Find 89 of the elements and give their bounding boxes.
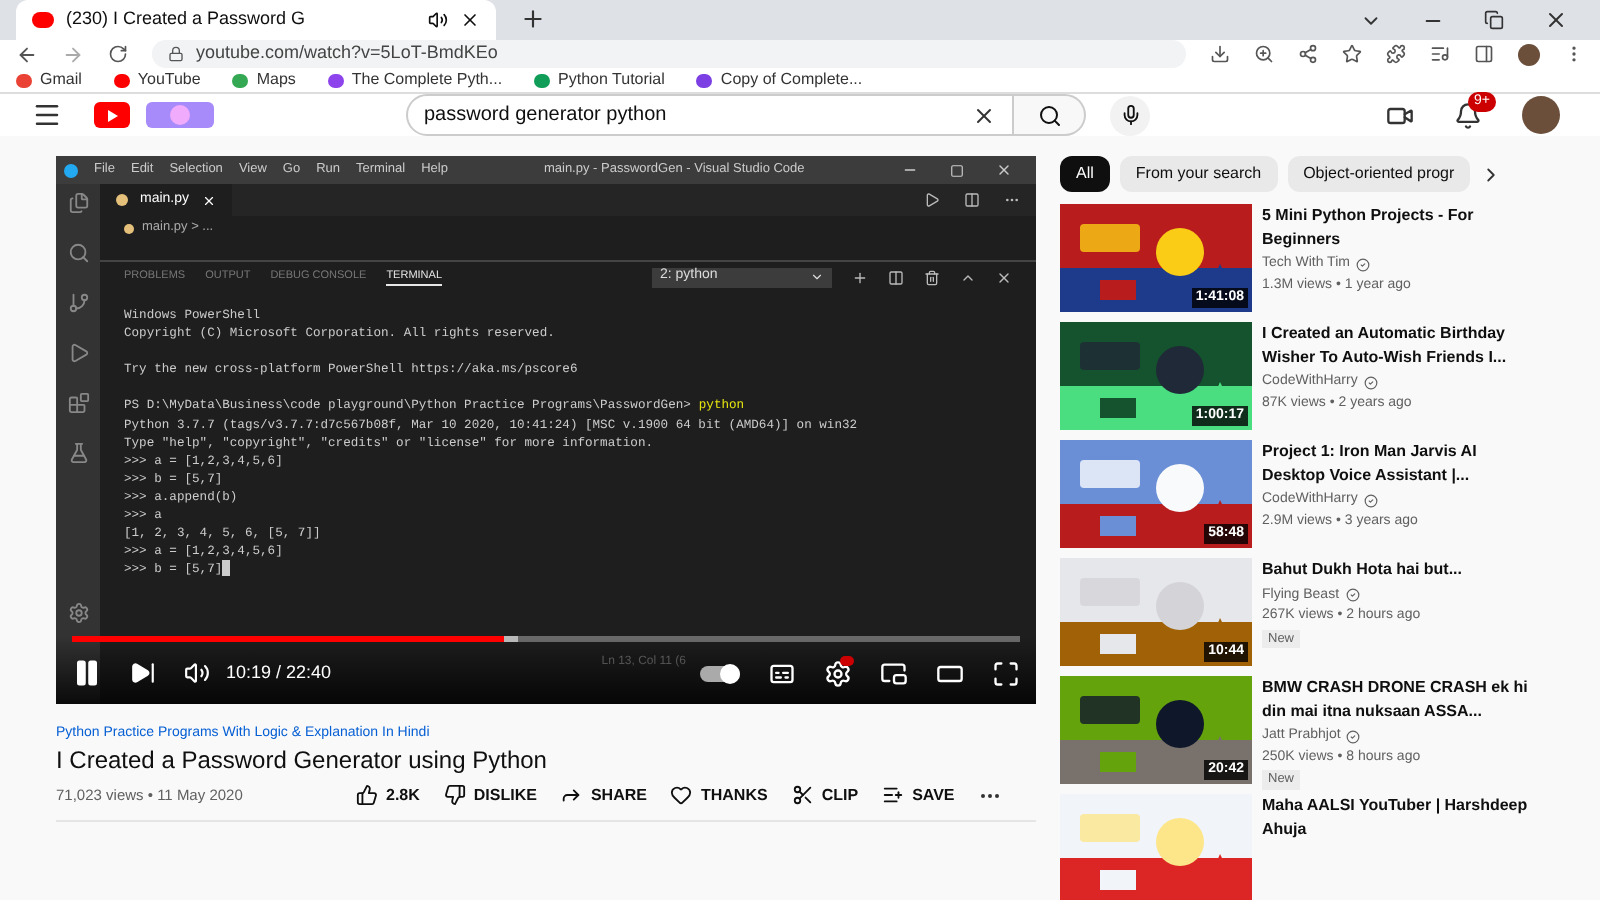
close-icon[interactable] — [460, 10, 480, 30]
media-icon[interactable] — [1430, 44, 1450, 64]
fullscreen-icon[interactable] — [992, 659, 1020, 687]
split-terminal-icon[interactable] — [888, 269, 904, 285]
trash-icon[interactable] — [924, 269, 940, 285]
captions-icon[interactable] — [768, 659, 796, 687]
voice-search-button[interactable] — [1110, 95, 1150, 135]
python-file-icon — [124, 223, 134, 233]
clip-button[interactable]: CLIP — [791, 783, 859, 807]
speaker-icon — [428, 10, 448, 30]
related-video-title[interactable]: Bahut Dukh Hota hai but... — [1262, 558, 1542, 581]
bookmark-link[interactable]: Maps — [256, 68, 296, 92]
volume-icon[interactable] — [184, 660, 210, 686]
close-icon[interactable] — [1544, 8, 1568, 32]
dislike-button[interactable]: DISLIKE — [443, 783, 537, 807]
restore-icon[interactable] — [1484, 10, 1504, 30]
related-video-title[interactable]: Project 1: Iron Man Jarvis AI Desktop Voice Assistant |... — [1262, 440, 1542, 486]
install-icon[interactable] — [1210, 44, 1230, 64]
related-video-title[interactable]: BMW CRASH DRONE CRASH ek hi din mai itna nuksaan ASSA... — [1262, 676, 1542, 722]
hd-badge-icon — [840, 655, 854, 665]
run-icon[interactable] — [924, 192, 940, 208]
bookmark-link[interactable]: Python Tutorial — [558, 68, 665, 92]
close-icon[interactable] — [996, 162, 1012, 178]
bookmark-link[interactable]: Gmail — [40, 68, 82, 92]
profile-avatar[interactable] — [1518, 43, 1540, 65]
save-icon — [882, 784, 905, 806]
star-icon[interactable] — [1342, 44, 1362, 64]
search-button[interactable] — [1014, 94, 1086, 136]
address-field[interactable]: youtube.com/watch?v=5LoT-BmdKEo — [152, 40, 1186, 68]
share-icon[interactable] — [1298, 44, 1318, 64]
bookmark-link[interactable]: Copy of Complete... — [720, 68, 863, 92]
video-title: I Created a Password Generator using Python — [56, 745, 549, 775]
extensions-icon[interactable] — [1386, 44, 1406, 64]
pause-icon[interactable] — [72, 658, 102, 688]
zoom-icon[interactable] — [1254, 44, 1274, 64]
clip-icon — [791, 784, 814, 806]
next-icon[interactable] — [130, 660, 156, 686]
mic-icon — [1119, 104, 1141, 126]
search-text: password generator python — [424, 102, 669, 130]
share-icon — [560, 784, 583, 806]
save-button[interactable]: SAVE — [882, 783, 955, 807]
extensions-icon[interactable] — [67, 392, 89, 414]
back-icon[interactable] — [16, 43, 38, 65]
url-text: youtube.com/watch?v=5LoT-BmdKEo — [196, 40, 498, 67]
tab-title: (230) I Created a Password G — [66, 6, 308, 33]
time-display: 10:19 / 22:40 — [226, 659, 332, 686]
autoplay-toggle[interactable] — [700, 665, 740, 681]
python-file-icon — [116, 194, 128, 206]
bookmark-link[interactable]: YouTube — [137, 68, 201, 92]
filter-chip[interactable]: Object-oriented progr — [1287, 156, 1471, 192]
bookmark-link[interactable]: The Complete Pyth... — [351, 68, 503, 92]
like-icon — [356, 784, 378, 806]
vscode-logo-icon — [64, 163, 78, 177]
search-field[interactable]: password generator python — [406, 94, 1014, 136]
split-editor-icon[interactable] — [964, 192, 980, 208]
close-panel-icon[interactable] — [996, 269, 1012, 285]
maximize-icon[interactable] — [950, 163, 964, 177]
thanks-icon — [670, 784, 693, 806]
chevron-down-icon — [810, 270, 824, 284]
filter-chip[interactable]: All — [1060, 156, 1110, 192]
side-panel-icon[interactable] — [1474, 44, 1494, 64]
close-icon — [201, 193, 216, 207]
bell-icon[interactable] — [1454, 101, 1482, 129]
branch-icon[interactable] — [67, 292, 89, 314]
clear-icon[interactable] — [972, 103, 996, 127]
account-avatar[interactable] — [1522, 96, 1560, 134]
files-icon[interactable] — [67, 192, 89, 214]
share-button[interactable]: SHARE — [560, 783, 647, 807]
related-video-title[interactable]: 5 Mini Python Projects - For Beginners — [1262, 204, 1542, 250]
flask-icon[interactable] — [67, 442, 89, 464]
youtube-favicon-icon — [32, 12, 54, 28]
new-tab-icon[interactable] — [520, 6, 546, 32]
related-video-title[interactable]: Maha AALSI YouTuber | Harshdeep Ahuja — [1262, 794, 1542, 840]
browser-tab[interactable]: (230) I Created a Password G — [16, 0, 496, 40]
lock-icon — [168, 46, 184, 62]
menu-icon[interactable] — [32, 100, 62, 130]
filter-chip[interactable]: From your search — [1119, 156, 1278, 192]
related-video-title[interactable]: I Created an Automatic Birthday Wisher To Auto-Wish Friends I... — [1262, 322, 1542, 368]
add-terminal-icon[interactable] — [852, 269, 868, 285]
miniplayer-icon[interactable] — [880, 659, 908, 687]
reload-icon[interactable] — [108, 44, 128, 64]
search-icon[interactable] — [67, 242, 89, 264]
like-button[interactable]: 2.8K — [356, 783, 420, 807]
dislike-icon — [443, 784, 466, 806]
youtube-logo-icon[interactable] — [94, 102, 130, 128]
thanks-button[interactable]: THANKS — [670, 783, 768, 807]
run-icon[interactable] — [67, 342, 89, 364]
search-icon — [1037, 103, 1061, 127]
video-player[interactable] — [56, 156, 1036, 704]
